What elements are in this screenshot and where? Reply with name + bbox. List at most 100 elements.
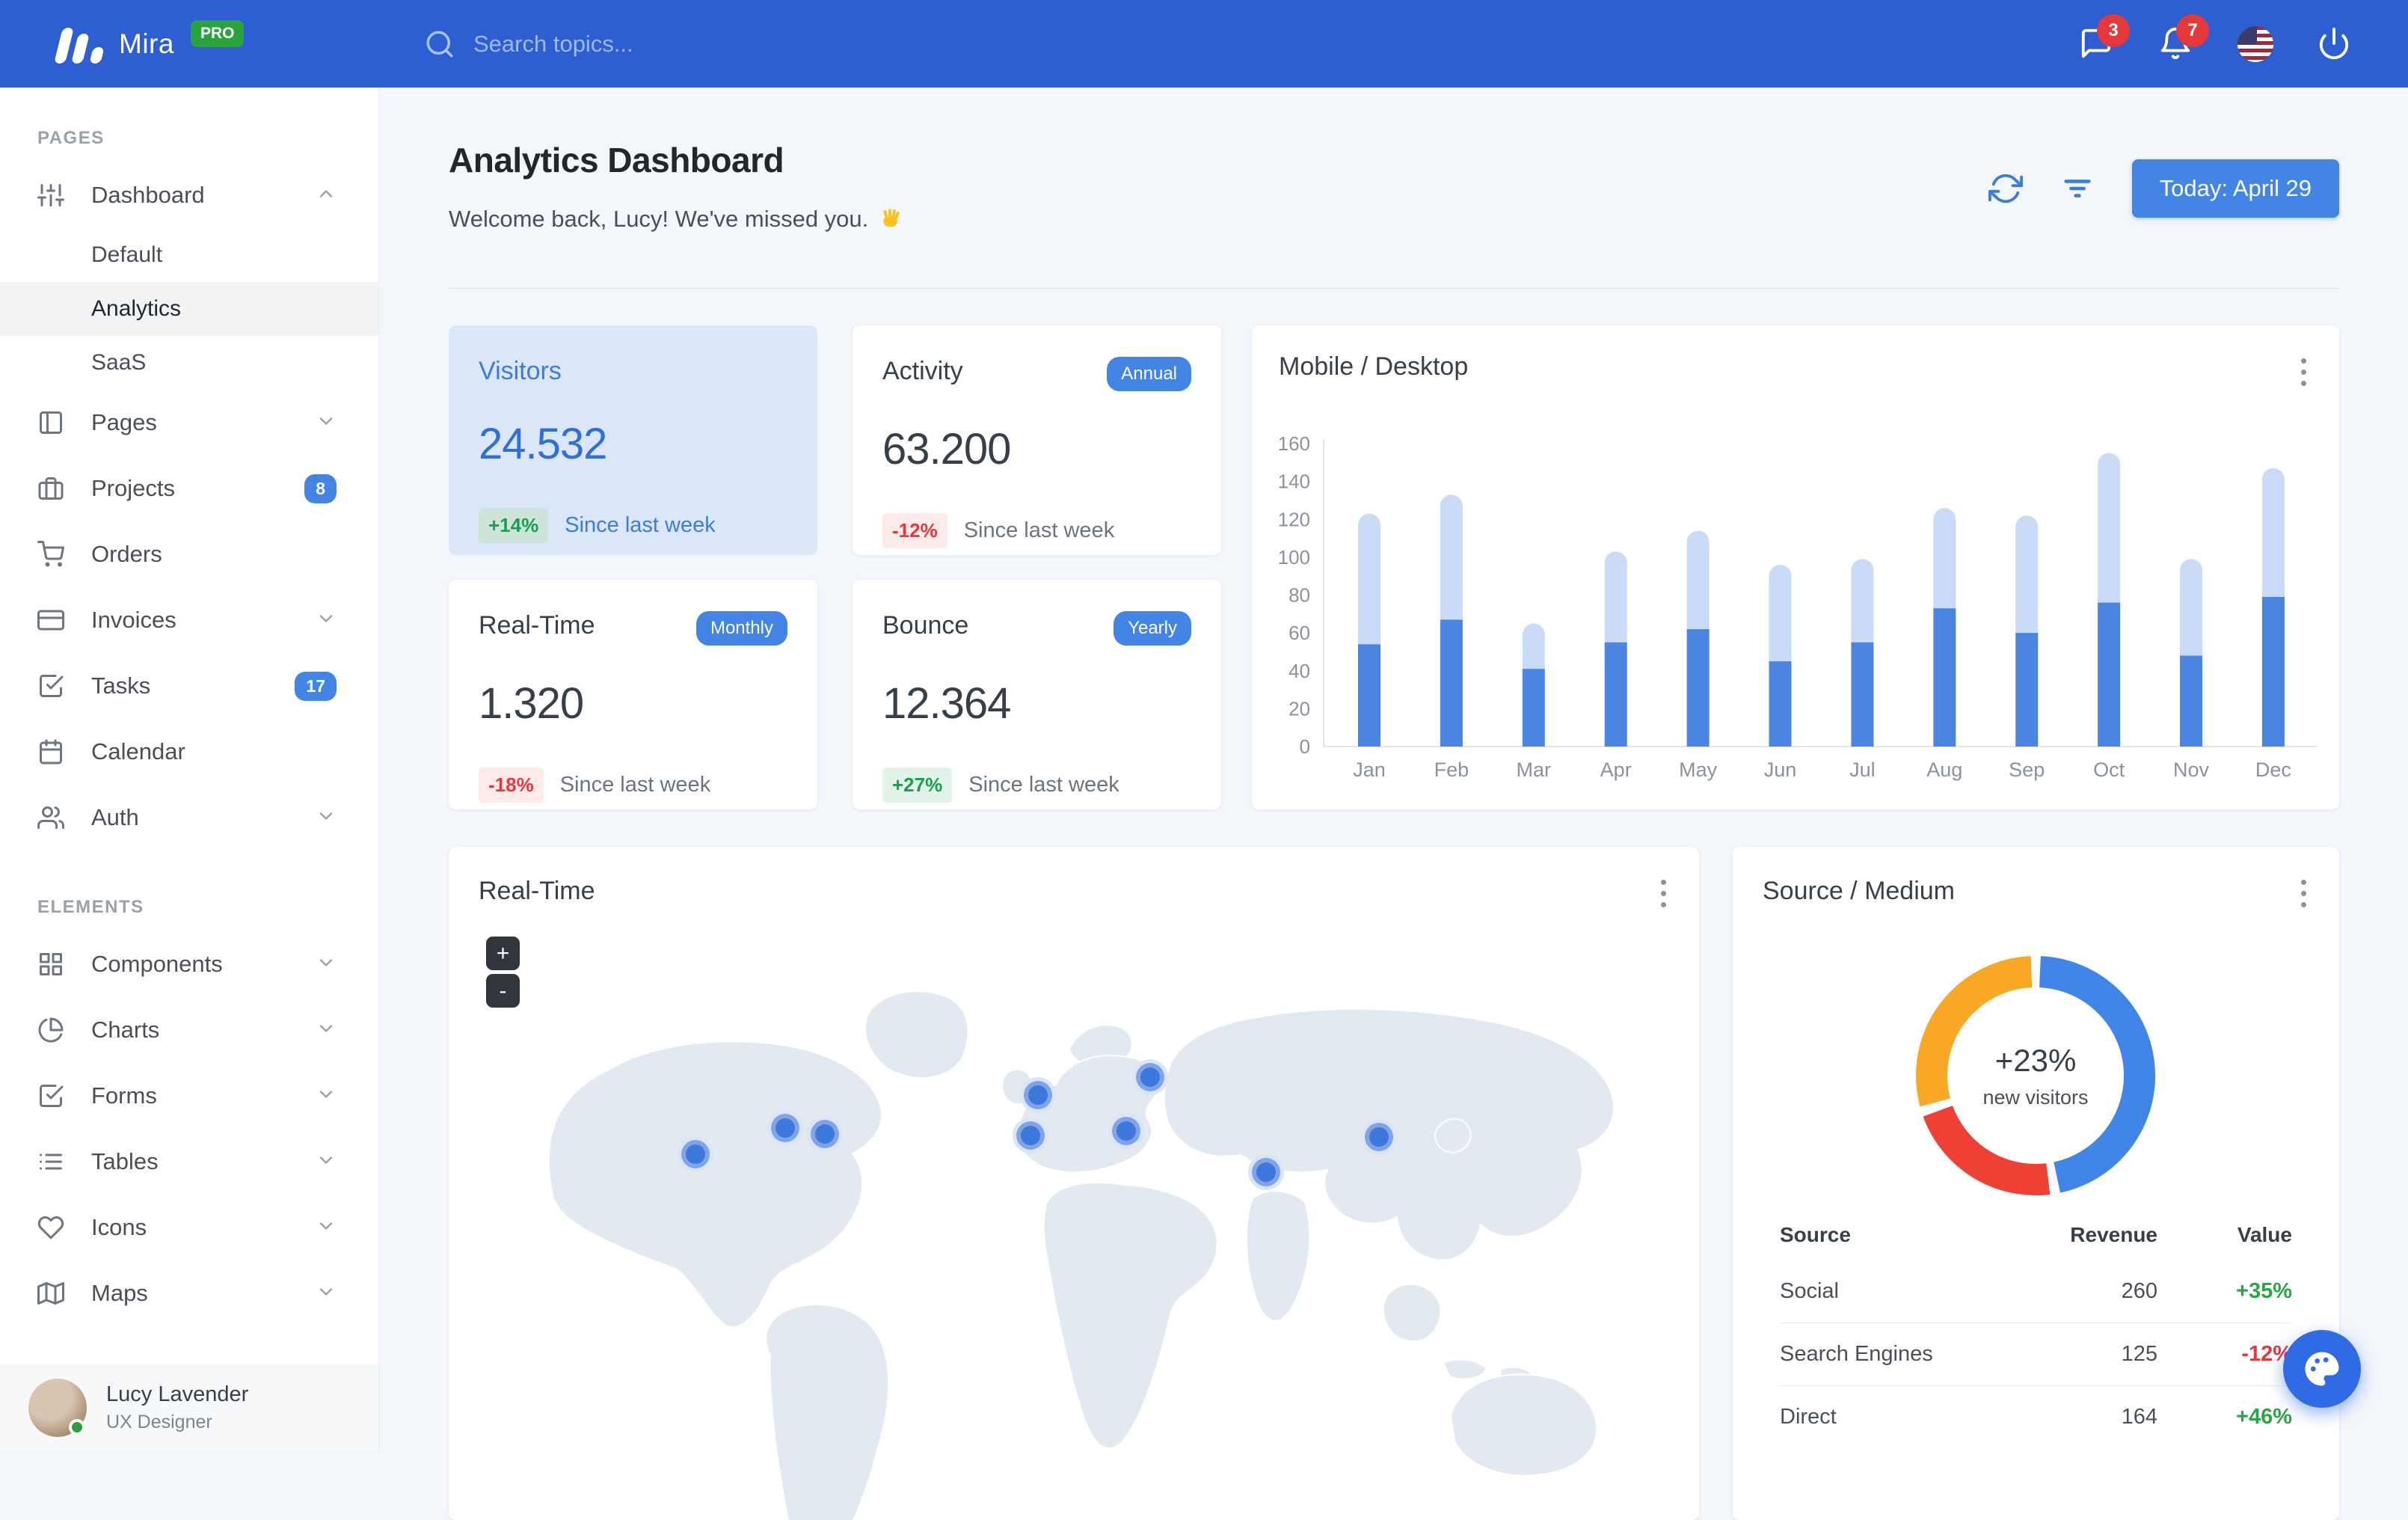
stat-caption: Since last week <box>565 513 716 537</box>
map-marker-5[interactable] <box>1132 1059 1168 1095</box>
svg-text:100: 100 <box>1278 546 1310 569</box>
world-map[interactable] <box>449 847 1699 1520</box>
map-marker-8[interactable] <box>1248 1154 1284 1190</box>
theme-settings-fab[interactable] <box>2283 1330 2361 1408</box>
sidebar-subitem-saas[interactable]: SaaS <box>0 336 378 390</box>
top-navbar: Mira PRO 3 7 <box>0 0 2408 88</box>
svg-text:Oct: Oct <box>2093 759 2125 781</box>
stat-caption: Since last week <box>968 773 1119 797</box>
source-medium-card: Source / Medium +23% new visitors Source… <box>1733 847 2339 1520</box>
map-zoom-in-button[interactable]: + <box>486 937 520 970</box>
sidebar-badge: 17 <box>295 671 337 701</box>
stat-card-activity[interactable]: Activity Annual 63.200 -12% Since last w… <box>853 325 1221 555</box>
bar-desktop-may <box>1686 530 1710 641</box>
sidebar-section-pages: PAGES <box>37 128 105 148</box>
sidebar-item-auth[interactable]: Auth <box>0 785 378 851</box>
sidebar-user[interactable]: Lucy Lavender UX Designer <box>0 1364 378 1451</box>
map-marker-7[interactable] <box>1108 1113 1144 1149</box>
page-title: Analytics Dashboard <box>449 141 784 180</box>
stat-value: 63.200 <box>882 425 1011 474</box>
sidebar-subitem-analytics[interactable]: Analytics <box>0 282 378 336</box>
user-name: Lucy Lavender <box>106 1382 249 1406</box>
sidebar-item-orders[interactable]: Orders <box>0 521 378 587</box>
sidebar-item-icons[interactable]: Icons <box>0 1195 378 1260</box>
sidebar-item-calendar[interactable]: Calendar <box>0 719 378 785</box>
waving-hand-icon <box>883 209 900 227</box>
source-title: Source / Medium <box>1763 877 1955 905</box>
check-square-icon <box>40 675 64 697</box>
sidebar-section-elements: ELEMENTS <box>37 897 144 917</box>
sidebar-badge: 8 <box>304 474 337 503</box>
source-row-social: Social 260 +35% <box>1780 1260 2292 1323</box>
date-range-button[interactable]: Today: April 29 <box>2131 159 2339 218</box>
pie-chart-icon <box>38 1017 64 1043</box>
svg-text:Jun: Jun <box>1764 759 1797 781</box>
map-marker-6[interactable] <box>1013 1118 1048 1153</box>
sidebar-subitem-default[interactable]: Default <box>0 228 378 282</box>
svg-text:60: 60 <box>1289 622 1310 644</box>
svg-text:Nov: Nov <box>2173 759 2210 781</box>
sign-out-button[interactable] <box>2317 26 2353 62</box>
map-zoom-out-button[interactable]: - <box>486 974 520 1008</box>
map-marker-3[interactable] <box>807 1116 843 1152</box>
sidebar-item-tables[interactable]: Tables <box>0 1129 378 1195</box>
svg-text:Dec: Dec <box>2255 759 2291 781</box>
sidebar-item-dashboard[interactable]: Dashboard <box>0 162 378 228</box>
layout-icon <box>40 411 62 434</box>
svg-text:40: 40 <box>1289 660 1310 682</box>
source-row-search-engines: Search Engines 125 -12% <box>1780 1323 2292 1385</box>
sidebar-item-tasks[interactable]: Tasks 17 <box>0 653 378 719</box>
svg-text:120: 120 <box>1278 508 1310 530</box>
check-square-icon <box>40 1085 64 1107</box>
sidebar-item-invoices[interactable]: Invoices <box>0 587 378 653</box>
sidebar-item-projects[interactable]: Projects 8 <box>0 456 378 521</box>
sidebar-item-maps[interactable]: Maps <box>0 1260 378 1326</box>
bar-desktop-dec <box>2261 468 2285 609</box>
svg-text:Aug: Aug <box>1926 759 1962 781</box>
sidebar-item-pages[interactable]: Pages <box>0 390 378 456</box>
chevron-down-icon <box>319 1156 333 1164</box>
source-row-direct: Direct 164 +46% <box>1780 1385 2292 1448</box>
bar-mobile-nov <box>2180 655 2202 747</box>
map-marker-1[interactable] <box>678 1136 713 1172</box>
map-marker-2[interactable] <box>767 1110 803 1146</box>
palette-icon <box>2305 1352 2339 1386</box>
svg-text:140: 140 <box>1278 471 1310 493</box>
main-content: Analytics Dashboard Welcome back, Lucy! … <box>379 88 2408 1520</box>
sidebar-item-charts[interactable]: Charts <box>0 997 378 1063</box>
users-icon <box>37 806 64 829</box>
search-input[interactable] <box>473 30 922 58</box>
messages-button[interactable]: 3 <box>2079 13 2130 62</box>
bar-mobile-apr <box>1604 642 1627 747</box>
bar-mobile-mar <box>1522 669 1545 747</box>
map-marker-9[interactable] <box>1361 1119 1397 1155</box>
sidebar-item-forms[interactable]: Forms <box>0 1063 378 1129</box>
delta-chip: +14% <box>479 508 549 543</box>
bar-mobile-aug <box>1933 608 1956 747</box>
filter-button[interactable] <box>2060 171 2095 206</box>
header-divider <box>449 288 2339 289</box>
stat-title: Activity <box>882 357 963 385</box>
chevron-down-icon <box>316 952 337 977</box>
language-flag-us[interactable] <box>2237 25 2273 62</box>
notifications-button[interactable]: 7 <box>2158 13 2209 62</box>
stat-card-realtime[interactable]: Real-Time Monthly 1.320 -18% Since last … <box>449 580 817 809</box>
period-badge: Monthly <box>695 611 787 646</box>
mobile-desktop-card: Mobile / Desktop 0 20 40 60 80 100 120 140 160 Ja… <box>1252 325 2339 809</box>
bar-mobile-sep <box>2015 633 2039 747</box>
notifications-count-badge: 7 <box>2176 13 2209 47</box>
stat-card-visitors[interactable]: Visitors 24.532 +14% Since last week <box>449 325 817 555</box>
map-marker-4[interactable] <box>1020 1077 1056 1113</box>
calendar-icon <box>40 739 62 764</box>
sidebar-item-components[interactable]: Components <box>0 931 378 997</box>
source-menu-button[interactable] <box>2297 875 2311 912</box>
bar-desktop-feb <box>1440 494 1463 631</box>
bar-mobile-dec <box>2261 597 2285 747</box>
source-revenue: 125 <box>2121 1342 2157 1366</box>
brand[interactable]: Mira PRO <box>0 19 379 64</box>
bar-desktop-jan <box>1358 513 1380 656</box>
stat-card-bounce[interactable]: Bounce Yearly 12.364 +27% Since last wee… <box>853 580 1221 809</box>
grid-icon <box>40 953 62 975</box>
refresh-button[interactable] <box>1988 171 2023 206</box>
global-search <box>424 28 2079 60</box>
